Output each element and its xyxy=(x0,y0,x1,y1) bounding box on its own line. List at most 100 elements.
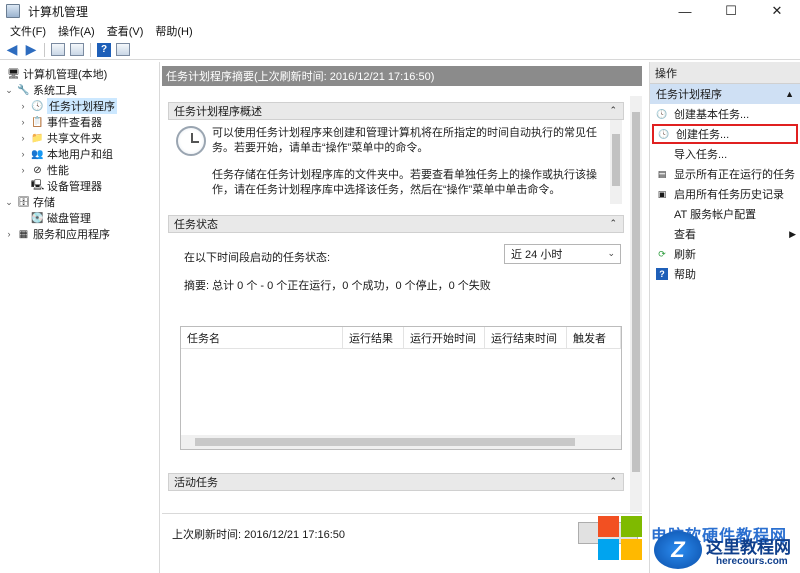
actions-title: 操作 xyxy=(650,62,800,84)
column-header-run-result[interactable]: 运行结果 xyxy=(343,327,404,349)
table-horizontal-scrollbar[interactable] xyxy=(181,435,621,449)
scrollbar-thumb[interactable] xyxy=(612,134,620,186)
action-help[interactable]: ? 帮助 xyxy=(650,264,800,284)
computer-management-icon xyxy=(6,4,20,18)
tree-item-label: 服务和应用程序 xyxy=(33,229,110,241)
action-view[interactable]: 查看 ▶ xyxy=(650,224,800,244)
tools-icon: 🔧 xyxy=(17,84,30,96)
action-label: 导入任务... xyxy=(674,149,728,161)
help-icon[interactable]: ? xyxy=(96,42,112,58)
forward-arrow-icon[interactable]: ▶ xyxy=(23,41,39,58)
tree-item-label: 任务计划程序 xyxy=(47,98,117,114)
tree-item-disk-management[interactable]: 💽 磁盘管理 xyxy=(0,210,159,226)
collapse-up-icon[interactable]: ▲ xyxy=(785,89,794,99)
overview-paragraph-2: 任务存储在任务计划程序库的文件夹中。若要查看单独任务上的操作或执行该操作，请在任… xyxy=(212,169,597,196)
scrollbar-thumb[interactable] xyxy=(632,112,640,472)
window-title: 计算机管理 xyxy=(28,4,89,19)
toolbar: ◀ ▶ ? xyxy=(0,40,800,60)
tree-item-system-tools[interactable]: ⌄ 🔧 系统工具 xyxy=(0,82,159,98)
tree-item-label: 存储 xyxy=(33,197,55,209)
tree-item-task-scheduler[interactable]: › 🕓 任务计划程序 xyxy=(0,98,159,114)
expand-chevron-icon[interactable]: › xyxy=(4,229,14,239)
minimize-button[interactable]: — xyxy=(662,0,708,22)
overview-paragraph-1: 可以使用任务计划程序来创建和管理计算机将在所指定的时间自动执行的常见任务。若要开… xyxy=(212,127,597,154)
column-header-triggered-by[interactable]: 触发者 xyxy=(567,327,621,349)
collapse-chevron-icon[interactable]: ⌃ xyxy=(609,476,617,487)
center-panel: 任务计划程序摘要(上次刷新时间: 2016/12/21 17:16:50) 任务… xyxy=(162,62,642,573)
collapse-chevron-icon[interactable]: ⌄ xyxy=(4,85,14,96)
show-hide-tree-icon[interactable] xyxy=(69,42,85,58)
action-at-service-config[interactable]: AT 服务帐户配置 xyxy=(650,204,800,224)
disk-icon: 💽 xyxy=(31,212,44,224)
collapse-chevron-icon[interactable]: ⌃ xyxy=(609,218,617,229)
tree-item-local-users[interactable]: › 👥 本地用户和组 xyxy=(0,146,159,162)
up-folder-icon[interactable] xyxy=(50,42,66,58)
submenu-arrow-icon: ▶ xyxy=(789,228,796,239)
action-label: 刷新 xyxy=(674,249,696,261)
maximize-button[interactable]: ☐ xyxy=(708,0,754,22)
column-header-run-end[interactable]: 运行结束时间 xyxy=(485,327,567,349)
status-period-label: 在以下时间段启动的任务状态: xyxy=(184,252,331,264)
summary-scrollbar[interactable] xyxy=(630,96,642,512)
column-header-task-name[interactable]: 任务名 xyxy=(181,327,343,349)
expand-chevron-icon[interactable]: › xyxy=(18,149,28,159)
summary-header: 任务计划程序摘要(上次刷新时间: 2016/12/21 17:16:50) xyxy=(162,66,642,86)
back-arrow-icon[interactable]: ◀ xyxy=(4,41,20,58)
tree-item-event-viewer[interactable]: › 📋 事件查看器 xyxy=(0,114,159,130)
last-refresh-footer: 上次刷新时间: 2016/12/21 17:16:50 xyxy=(162,513,642,553)
tree-item-label: 计算机管理(本地) xyxy=(23,69,108,81)
status-period-dropdown[interactable]: 近 24 小时 ⌄ xyxy=(504,244,621,264)
actions-panel: 操作 任务计划程序 ▲ 🕓 创建基本任务... 🕓 创建任务... 导入任务..… xyxy=(649,62,800,573)
expand-chevron-icon[interactable]: › xyxy=(18,101,28,111)
performance-icon: ⊘ xyxy=(33,164,42,176)
scrollbar-thumb[interactable] xyxy=(195,438,575,446)
actions-group-task-scheduler[interactable]: 任务计划程序 ▲ xyxy=(650,84,800,104)
menu-help[interactable]: 帮助(H) xyxy=(149,23,198,39)
tree-item-services-apps[interactable]: › ▦ 服务和应用程序 xyxy=(0,226,159,242)
tree-item-root[interactable]: 🖥 计算机管理(本地) xyxy=(0,66,159,82)
task-status-section-header[interactable]: 任务状态 ⌃ xyxy=(168,215,624,233)
task-status-table: 任务名 运行结果 运行开始时间 运行结束时间 触发者 xyxy=(180,326,622,450)
task-history-icon: ▣ xyxy=(657,188,667,199)
z-logo-watermark: Z xyxy=(654,531,702,569)
collapse-chevron-icon[interactable]: ⌄ xyxy=(4,197,14,208)
active-tasks-section-header[interactable]: 活动任务 ⌃ xyxy=(168,473,624,491)
action-display-running-tasks[interactable]: ▤ 显示所有正在运行的任务 xyxy=(650,164,800,184)
create-basic-task-icon: 🕓 xyxy=(656,108,668,119)
tree-item-shared-folders[interactable]: › 📁 共享文件夹 xyxy=(0,130,159,146)
overview-section-header[interactable]: 任务计划程序概述 ⌃ xyxy=(168,102,624,120)
refresh-icon: ⟳ xyxy=(658,248,666,259)
expand-chevron-icon[interactable]: › xyxy=(18,117,28,127)
chevron-down-icon: ⌄ xyxy=(607,248,615,258)
action-refresh[interactable]: ⟳ 刷新 xyxy=(650,244,800,264)
create-task-icon: 🕓 xyxy=(658,128,670,139)
action-import-task[interactable]: 导入任务... xyxy=(650,144,800,164)
expand-chevron-icon[interactable]: › xyxy=(18,133,28,143)
action-enable-task-history[interactable]: ▣ 启用所有任务历史记录 xyxy=(650,184,800,204)
tree-item-label: 设备管理器 xyxy=(47,181,102,193)
dropdown-value: 近 24 小时 xyxy=(511,249,563,261)
computer-icon: 🖥 xyxy=(7,68,20,80)
tree-item-device-manager[interactable]: 🖳 设备管理器 xyxy=(0,178,159,194)
users-icon: 👥 xyxy=(31,148,44,160)
collapse-chevron-icon[interactable]: ⌃ xyxy=(609,105,617,116)
action-create-task[interactable]: 🕓 创建任务... xyxy=(652,124,798,144)
navigation-tree: 🖥 计算机管理(本地) ⌄ 🔧 系统工具 › 🕓 任务计划程序 › 📋 事件查看… xyxy=(0,62,160,573)
show-hide-action-pane-icon[interactable] xyxy=(115,42,131,58)
expand-chevron-icon[interactable]: › xyxy=(18,165,28,175)
column-header-run-start[interactable]: 运行开始时间 xyxy=(404,327,485,349)
tree-item-performance[interactable]: › ⊘ 性能 xyxy=(0,162,159,178)
menu-view[interactable]: 查看(V) xyxy=(101,23,150,39)
menu-action[interactable]: 操作(A) xyxy=(52,23,101,39)
watermark-site-name: 这里教程网 xyxy=(706,538,791,558)
section-title: 任务状态 xyxy=(174,219,218,231)
tree-item-label: 性能 xyxy=(47,165,69,177)
action-create-basic-task[interactable]: 🕓 创建基本任务... xyxy=(650,104,800,124)
tree-item-storage[interactable]: ⌄ 🗄 存储 xyxy=(0,194,159,210)
menu-bar: 文件(F) 操作(A) 查看(V) 帮助(H) xyxy=(0,22,800,40)
overview-scrollbar[interactable] xyxy=(610,120,622,204)
overview-content: 可以使用任务计划程序来创建和管理计算机将在所指定的时间自动执行的常见任务。若要开… xyxy=(168,120,614,204)
menu-file[interactable]: 文件(F) xyxy=(4,23,52,39)
title-bar: 计算机管理 — ☐ ✕ xyxy=(0,0,800,22)
close-button[interactable]: ✕ xyxy=(754,0,800,22)
